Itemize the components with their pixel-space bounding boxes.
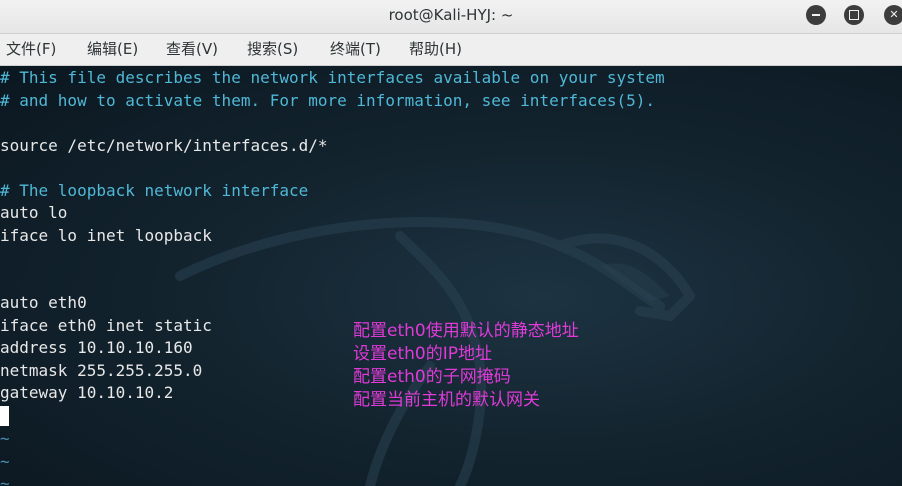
empty-line-tilde: ~ xyxy=(0,451,10,471)
window-title: root@Kali-HYJ: ~ xyxy=(388,6,514,24)
annotation-ip-address: 设置eth0的IP地址 xyxy=(353,344,492,364)
maximize-button[interactable] xyxy=(844,5,864,25)
menu-help[interactable]: 帮助(H) xyxy=(409,34,462,65)
text-cursor xyxy=(0,406,9,426)
comment-line: # This file describes the network interf… xyxy=(0,68,665,87)
config-line: iface lo inet loopback xyxy=(0,225,212,245)
comment-line: # and how to activate them. For more inf… xyxy=(0,90,656,110)
minimize-icon xyxy=(812,14,820,16)
menu-bar: 文件(F) 编辑(E) 查看(V) 搜索(S) 终端(T) 帮助(H) xyxy=(0,34,902,66)
config-line: source /etc/network/interfaces.d/* xyxy=(0,135,328,155)
minimize-button[interactable] xyxy=(806,5,826,25)
close-icon: ✕ xyxy=(889,8,899,21)
terminal-window: root@Kali-HYJ: ~ ✕ 文件(F) 编辑(E) 查看(V) 搜索(… xyxy=(0,0,902,486)
close-button[interactable]: ✕ xyxy=(884,5,902,25)
menu-search[interactable]: 搜索(S) xyxy=(247,34,298,65)
config-line: auto eth0 xyxy=(0,293,87,312)
annotation-eth0-static: 配置eth0使用默认的静态地址 xyxy=(353,321,579,341)
menu-view[interactable]: 查看(V) xyxy=(166,34,218,65)
maximize-icon xyxy=(849,10,859,20)
empty-line-tilde: ~ xyxy=(0,474,10,486)
annotation-gateway: 配置当前主机的默认网关 xyxy=(353,390,540,410)
title-bar[interactable]: root@Kali-HYJ: ~ ✕ xyxy=(0,0,902,34)
config-line: netmask 255.255.255.0 xyxy=(0,360,203,380)
menu-terminal[interactable]: 终端(T) xyxy=(330,34,381,65)
kali-dragon-watermark xyxy=(175,217,695,486)
config-line: auto lo xyxy=(0,203,68,222)
config-line: iface eth0 inet static xyxy=(0,315,212,335)
menu-edit[interactable]: 编辑(E) xyxy=(87,34,138,65)
menu-file[interactable]: 文件(F) xyxy=(6,34,56,65)
terminal-text-area[interactable]: # This file describes the network interf… xyxy=(0,66,902,486)
empty-line-tilde: ~ xyxy=(0,429,10,448)
comment-line: # The loopback network interface xyxy=(0,180,309,200)
config-line: address 10.10.10.160 xyxy=(0,338,193,357)
config-line: gateway 10.10.10.2 xyxy=(0,383,174,402)
annotation-netmask: 配置eth0的子网掩码 xyxy=(353,367,511,387)
